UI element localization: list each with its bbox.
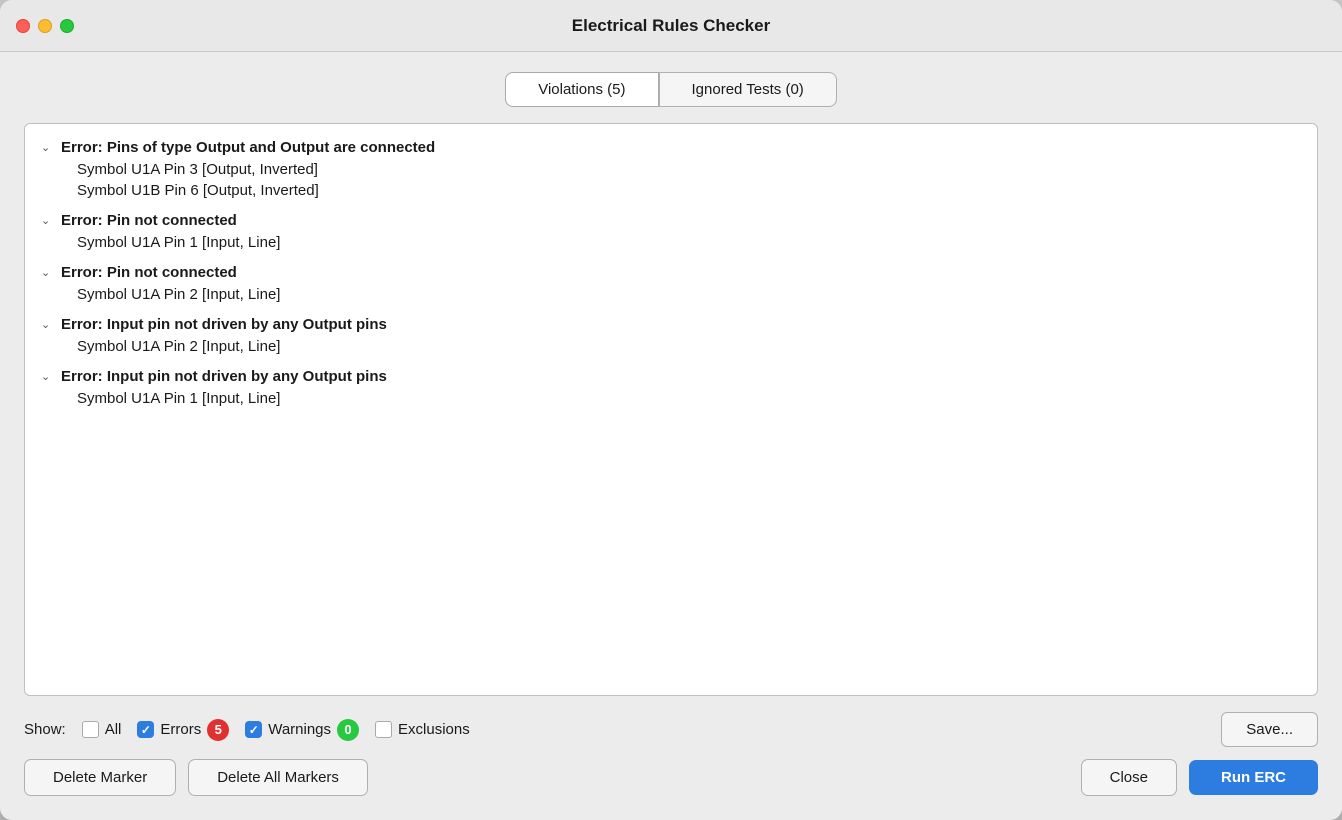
- close-button[interactable]: Close: [1081, 759, 1177, 796]
- all-label: All: [105, 721, 122, 738]
- errors-label: Errors: [160, 721, 201, 738]
- violation-child-2-1[interactable]: Symbol U1A Pin 1 [Input, Line]: [41, 232, 1301, 253]
- violation-group-4: ⌄ Error: Input pin not driven by any Out…: [41, 313, 1301, 357]
- warnings-label: Warnings: [268, 721, 331, 738]
- all-checkbox[interactable]: [82, 721, 99, 738]
- violation-header-4[interactable]: ⌄ Error: Input pin not driven by any Out…: [41, 313, 1301, 336]
- chevron-icon-1: ⌄: [41, 141, 55, 154]
- warnings-checkbox[interactable]: [245, 721, 262, 738]
- violation-title-2: Error: Pin not connected: [61, 212, 237, 229]
- violation-title-3: Error: Pin not connected: [61, 264, 237, 281]
- save-button[interactable]: Save...: [1221, 712, 1318, 747]
- exclusions-label: Exclusions: [398, 721, 470, 738]
- violation-group-2: ⌄ Error: Pin not connected Symbol U1A Pi…: [41, 209, 1301, 253]
- violation-header-2[interactable]: ⌄ Error: Pin not connected: [41, 209, 1301, 232]
- violation-header-1[interactable]: ⌄ Error: Pins of type Output and Output …: [41, 136, 1301, 159]
- violation-child-3-1[interactable]: Symbol U1A Pin 2 [Input, Line]: [41, 284, 1301, 305]
- maximize-button[interactable]: [60, 19, 74, 33]
- violation-child-4-1[interactable]: Symbol U1A Pin 2 [Input, Line]: [41, 336, 1301, 357]
- chevron-icon-3: ⌄: [41, 266, 55, 279]
- run-erc-button[interactable]: Run ERC: [1189, 760, 1318, 795]
- traffic-lights: [16, 19, 74, 33]
- violation-child-1-2[interactable]: Symbol U1B Pin 6 [Output, Inverted]: [41, 180, 1301, 201]
- violation-child-1-1[interactable]: Symbol U1A Pin 3 [Output, Inverted]: [41, 159, 1301, 180]
- violation-group-5: ⌄ Error: Input pin not driven by any Out…: [41, 365, 1301, 409]
- show-label: Show:: [24, 721, 66, 738]
- warnings-count-badge: 0: [337, 719, 359, 741]
- action-row: Delete Marker Delete All Markers Close R…: [24, 759, 1318, 796]
- show-row: Show: All Errors 5 Warnings 0: [24, 712, 1318, 747]
- violation-group-1: ⌄ Error: Pins of type Output and Output …: [41, 136, 1301, 201]
- errors-checkbox[interactable]: [137, 721, 154, 738]
- main-window: Electrical Rules Checker Violations (5) …: [0, 0, 1342, 820]
- violation-child-5-1[interactable]: Symbol U1A Pin 1 [Input, Line]: [41, 388, 1301, 409]
- content-area: Violations (5) Ignored Tests (0) ⌄ Error…: [0, 52, 1342, 820]
- minimize-button[interactable]: [38, 19, 52, 33]
- violation-title-1: Error: Pins of type Output and Output ar…: [61, 139, 435, 156]
- delete-marker-button[interactable]: Delete Marker: [24, 759, 176, 796]
- close-button[interactable]: [16, 19, 30, 33]
- violations-panel: ⌄ Error: Pins of type Output and Output …: [24, 123, 1318, 696]
- exclusions-checkbox[interactable]: [375, 721, 392, 738]
- errors-count-badge: 5: [207, 719, 229, 741]
- window-title: Electrical Rules Checker: [572, 16, 770, 36]
- filter-exclusions: Exclusions: [375, 721, 470, 738]
- violation-header-5[interactable]: ⌄ Error: Input pin not driven by any Out…: [41, 365, 1301, 388]
- delete-all-markers-button[interactable]: Delete All Markers: [188, 759, 368, 796]
- filter-errors: Errors 5: [137, 719, 229, 741]
- chevron-icon-4: ⌄: [41, 318, 55, 331]
- chevron-icon-2: ⌄: [41, 214, 55, 227]
- tab-violations[interactable]: Violations (5): [505, 72, 658, 107]
- violation-group-3: ⌄ Error: Pin not connected Symbol U1A Pi…: [41, 261, 1301, 305]
- chevron-icon-5: ⌄: [41, 370, 55, 383]
- violation-title-5: Error: Input pin not driven by any Outpu…: [61, 368, 387, 385]
- violation-header-3[interactable]: ⌄ Error: Pin not connected: [41, 261, 1301, 284]
- filter-all: All: [82, 721, 122, 738]
- tab-ignored-tests[interactable]: Ignored Tests (0): [659, 72, 837, 107]
- titlebar: Electrical Rules Checker: [0, 0, 1342, 52]
- violation-title-4: Error: Input pin not driven by any Outpu…: [61, 316, 387, 333]
- filter-warnings: Warnings 0: [245, 719, 359, 741]
- tab-bar: Violations (5) Ignored Tests (0): [24, 72, 1318, 107]
- bottom-bar: Show: All Errors 5 Warnings 0: [24, 712, 1318, 804]
